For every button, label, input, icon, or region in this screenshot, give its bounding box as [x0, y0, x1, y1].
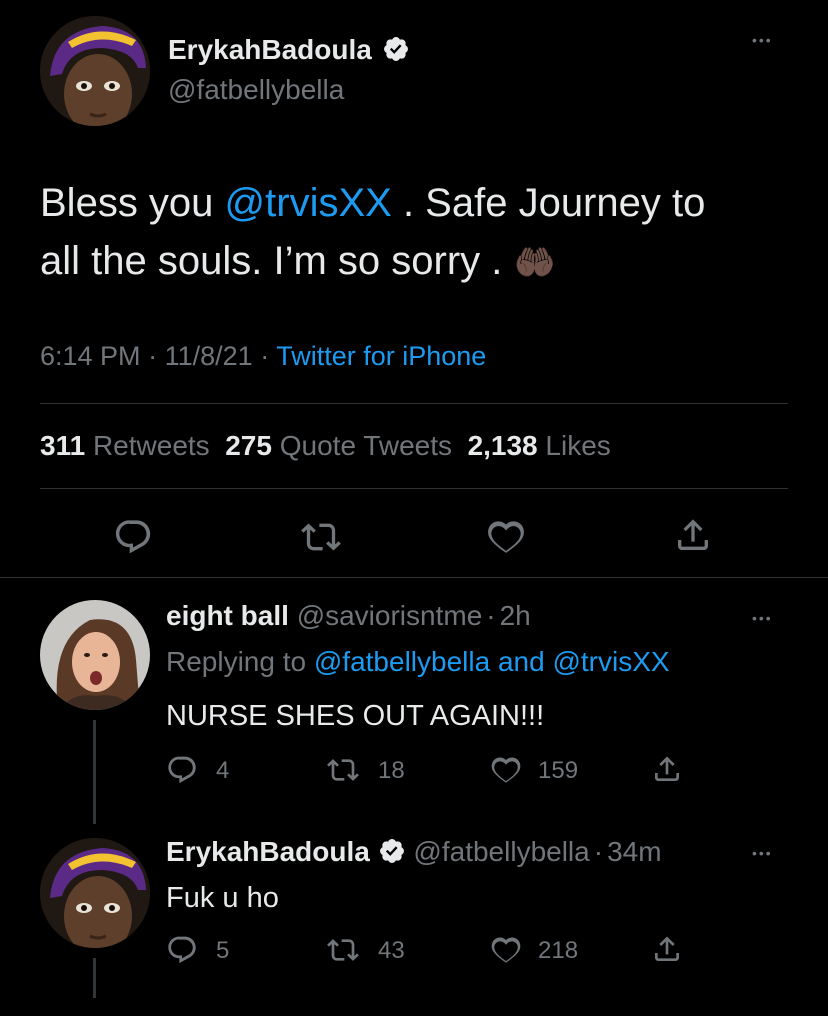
reply-author-name[interactable]: ErykahBadoula: [166, 836, 370, 867]
retweet-icon[interactable]: [301, 517, 341, 557]
more-icon[interactable]: •••: [752, 32, 773, 48]
replying-to: Replying to @fatbellybella and @trvisXX: [166, 644, 670, 680]
reply-count: 5: [216, 937, 230, 964]
quote-stat[interactable]: 275 Quote Tweets: [225, 430, 452, 461]
divider: [0, 577, 828, 578]
like-label: Likes: [545, 430, 611, 461]
tweet-text: Bless you @trvisXX . Safe Journey to all…: [40, 174, 800, 292]
tweet-date[interactable]: 11/8/21: [165, 341, 253, 371]
retweet-label: Retweets: [92, 430, 210, 461]
retweet-count: 18: [378, 757, 405, 784]
replying-prefix: Replying to: [166, 646, 314, 677]
heart-icon[interactable]: [486, 517, 526, 557]
avatar[interactable]: [40, 838, 150, 948]
share-icon[interactable]: [651, 753, 683, 785]
retweet-count: 311: [40, 430, 86, 461]
more-icon[interactable]: •••: [752, 610, 773, 626]
quote-label: Quote Tweets: [279, 430, 452, 461]
reply-age[interactable]: 2h: [500, 600, 531, 631]
eight-ball-avatar-image: [40, 600, 150, 710]
divider: [40, 488, 788, 489]
tweet-time[interactable]: 6:14 PM: [40, 341, 141, 371]
tweet-metadata: 6:14 PM · 11/8/21 · Twitter for iPhone: [40, 340, 486, 372]
thread-line: [93, 720, 96, 824]
retweet-count: 43: [378, 937, 405, 964]
tweet-text-part: Bless you: [40, 181, 225, 225]
verified-badge-icon: [382, 35, 410, 63]
avatar[interactable]: [40, 16, 150, 126]
author-display-name[interactable]: ErykahBadoula: [168, 34, 372, 65]
mention-link[interactable]: @fatbellybella: [314, 646, 490, 677]
verified-badge-icon: [378, 837, 406, 865]
retweet-stat[interactable]: 311 Retweets: [40, 430, 210, 461]
reply-author-name[interactable]: eight ball: [166, 600, 289, 631]
like-count: 159: [538, 757, 579, 784]
replying-and: and: [490, 646, 553, 677]
author-handle[interactable]: @fatbellybella: [168, 74, 344, 106]
erykah-avatar-image: [40, 838, 150, 948]
divider: [40, 403, 788, 404]
reply-icon[interactable]: [166, 934, 198, 966]
quote-count: 275: [225, 430, 272, 461]
like-count: 2,138: [467, 430, 538, 461]
retweet-icon[interactable]: [327, 754, 359, 786]
reply-icon[interactable]: [113, 517, 153, 557]
reply-author-handle[interactable]: @fatbellybella: [413, 836, 589, 867]
tweet-stats: 311 Retweets 275 Quote Tweets 2,138 Like…: [40, 429, 611, 463]
separator-dot: ·: [260, 341, 270, 371]
mention-link[interactable]: @trvisXX: [552, 646, 669, 677]
avatar[interactable]: [40, 600, 150, 710]
reply-age[interactable]: 34m: [607, 836, 661, 867]
thread-line: [93, 958, 96, 998]
heart-icon[interactable]: [490, 754, 522, 786]
heart-icon[interactable]: [490, 934, 522, 966]
reply-count: 4: [216, 757, 230, 784]
reply-text: Fuk u ho: [166, 882, 279, 914]
mention-link[interactable]: @trvisXX: [225, 181, 392, 225]
reply-author-handle[interactable]: @saviorisntme: [297, 600, 483, 631]
tweet-source[interactable]: Twitter for iPhone: [276, 341, 486, 371]
reply-icon[interactable]: [166, 754, 198, 786]
reply-text: NURSE SHES OUT AGAIN!!!: [166, 700, 545, 732]
like-count: 218: [538, 937, 579, 964]
more-icon[interactable]: •••: [752, 845, 773, 861]
praying-hands-emoji: 🤲🏿: [513, 244, 556, 282]
separator-dot: ·: [486, 600, 496, 631]
like-stat[interactable]: 2,138 Likes: [468, 430, 611, 461]
erykah-avatar-image: [40, 16, 150, 126]
separator-dot: ·: [148, 341, 158, 371]
share-icon[interactable]: [651, 933, 683, 965]
share-icon[interactable]: [673, 515, 713, 555]
tweet-text-part: . Safe Journey to: [391, 181, 706, 225]
separator-dot: ·: [593, 836, 604, 867]
tweet-text-part: all the souls. I’m so sorry .: [40, 239, 514, 283]
retweet-icon[interactable]: [327, 934, 359, 966]
